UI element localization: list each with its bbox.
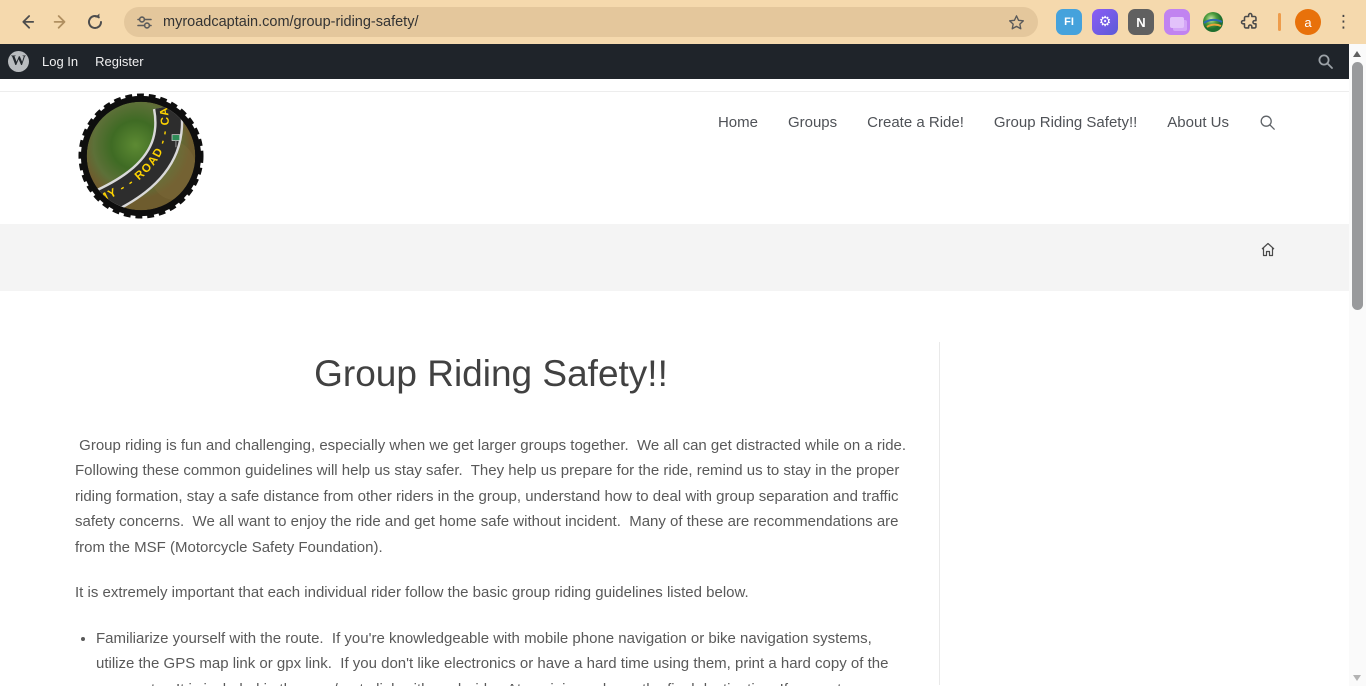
extension-settings[interactable]: ⚙ xyxy=(1092,9,1118,35)
site-logo[interactable]: MY - - ROAD - - CAPTAIN xyxy=(78,93,204,219)
login-link[interactable]: Log In xyxy=(42,54,78,69)
wp-admin-bar: W Log In Register xyxy=(0,44,1366,79)
nav-item-about-us[interactable]: About Us xyxy=(1167,114,1229,131)
main-area: Group Riding Safety!! Group riding is fu… xyxy=(0,291,1366,685)
back-button[interactable] xyxy=(10,5,44,39)
nav-item-group-riding-safety[interactable]: Group Riding Safety!! xyxy=(994,114,1137,131)
back-arrow-icon xyxy=(17,12,37,32)
extension-capture-tool[interactable] xyxy=(1164,9,1190,35)
profile-initial: a xyxy=(1304,15,1311,30)
nav-item-create-a-ride[interactable]: Create a Ride! xyxy=(867,114,964,131)
site-settings-icon[interactable] xyxy=(136,14,153,31)
extensions-menu-button[interactable] xyxy=(1236,8,1264,36)
breadcrumb-bar xyxy=(0,224,1366,291)
extension-download-manager[interactable] xyxy=(1200,9,1226,35)
scroll-down-arrow-icon[interactable] xyxy=(1353,675,1361,681)
reload-button[interactable] xyxy=(78,5,112,39)
globe-download-icon xyxy=(1201,10,1225,34)
fonts-ninja-icon: FI xyxy=(1064,16,1074,28)
home-icon xyxy=(1260,242,1276,257)
browser-toolbar: myroadcaptain.com/group-riding-safety/ F… xyxy=(0,0,1366,44)
nav-item-groups[interactable]: Groups xyxy=(788,114,837,131)
page-scrollbar[interactable] xyxy=(1349,44,1366,686)
extension-fonts-ninja[interactable]: FI xyxy=(1056,9,1082,35)
search-icon xyxy=(1317,53,1334,70)
sidebar xyxy=(940,342,1366,685)
admin-search-button[interactable] xyxy=(1317,53,1334,70)
intro-paragraph: Group riding is fun and challenging, esp… xyxy=(75,433,907,561)
address-bar[interactable]: myroadcaptain.com/group-riding-safety/ xyxy=(124,7,1038,37)
extension-notion[interactable]: N xyxy=(1128,9,1154,35)
breadcrumb-home-link[interactable] xyxy=(1260,242,1276,257)
browser-window: myroadcaptain.com/group-riding-safety/ F… xyxy=(0,0,1366,686)
wordpress-logo-icon[interactable]: W xyxy=(8,51,29,72)
browser-menu-button[interactable]: ⋮ xyxy=(1331,12,1356,32)
forward-arrow-icon xyxy=(51,12,71,32)
article-content: Group Riding Safety!! Group riding is fu… xyxy=(0,342,940,685)
list-item: Familiarize yourself with the route. If … xyxy=(96,626,907,686)
bookmark-star-icon[interactable] xyxy=(1007,13,1026,32)
capture-tool-icon xyxy=(1170,17,1184,28)
forward-button[interactable] xyxy=(44,5,78,39)
url-text[interactable]: myroadcaptain.com/group-riding-safety/ xyxy=(163,14,1007,30)
importance-paragraph: It is extremely important that each indi… xyxy=(75,580,907,606)
gear-icon: ⚙ xyxy=(1099,14,1112,30)
register-link[interactable]: Register xyxy=(95,54,143,69)
reload-icon xyxy=(85,12,105,32)
main-navigation: Home Groups Create a Ride! Group Riding … xyxy=(718,114,1276,131)
site-header: MY - - ROAD - - CAPTAIN Home Groups Crea… xyxy=(0,91,1366,224)
extensions-area: FI ⚙ N a ⋮ xyxy=(1056,8,1356,36)
search-icon xyxy=(1259,114,1276,131)
guidelines-list: Familiarize yourself with the route. If … xyxy=(75,626,907,686)
scrollbar-thumb[interactable] xyxy=(1352,62,1363,310)
nav-item-home[interactable]: Home xyxy=(718,114,758,131)
toolbar-divider xyxy=(1278,13,1281,31)
page-title: Group Riding Safety!! xyxy=(75,353,907,396)
profile-avatar[interactable]: a xyxy=(1295,9,1321,35)
scroll-up-arrow-icon[interactable] xyxy=(1353,51,1361,57)
puzzle-extensions-icon xyxy=(1239,11,1261,33)
notion-icon: N xyxy=(1136,15,1145,30)
site-search-button[interactable] xyxy=(1259,114,1276,131)
